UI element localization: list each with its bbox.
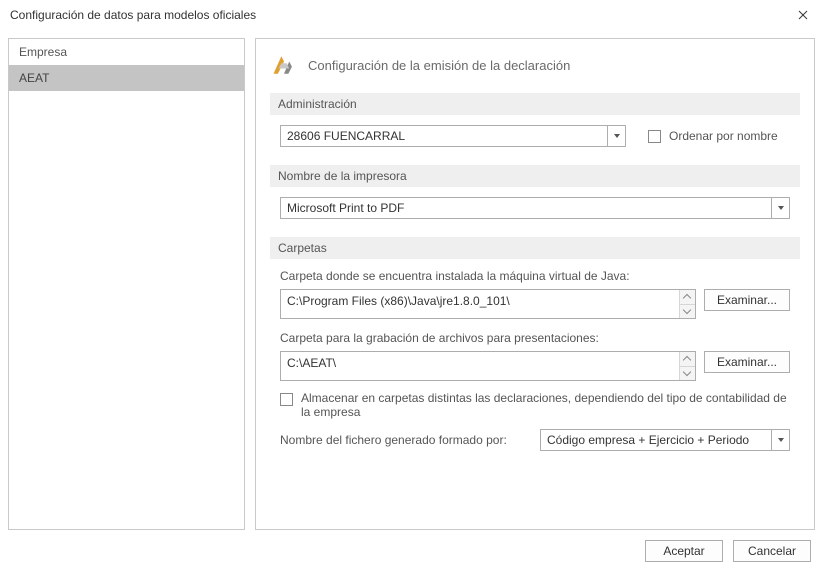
- present-folder-spin-down[interactable]: [680, 366, 695, 381]
- filename-format-label: Nombre del fichero generado formado por:: [280, 433, 507, 447]
- filename-format-value: Código empresa + Ejercicio + Periodo: [541, 433, 771, 447]
- sidebar-item-aeat[interactable]: AEAT: [9, 65, 244, 91]
- filename-format-dropdown-button[interactable]: [771, 430, 789, 450]
- page-header: Configuración de la emisión de la declar…: [270, 51, 800, 79]
- section-impresora: Nombre de la impresora Microsoft Print t…: [270, 165, 800, 219]
- sort-by-name-label: Ordenar por nombre: [669, 129, 778, 143]
- java-folder-spin-up[interactable]: [680, 290, 695, 304]
- split-folders-label: Almacenar en carpetas distintas las decl…: [301, 391, 790, 419]
- java-folder-value: C:\Program Files (x86)\Java\jre1.8.0_101…: [281, 290, 679, 318]
- chevron-up-icon: [683, 294, 691, 302]
- present-folder-browse-button[interactable]: Examinar...: [704, 351, 790, 373]
- printer-dropdown-button[interactable]: [771, 198, 789, 218]
- close-button[interactable]: [791, 3, 815, 27]
- present-folder-spin-up[interactable]: [680, 352, 695, 366]
- page-title: Configuración de la emisión de la declar…: [308, 58, 570, 73]
- chevron-up-icon: [683, 356, 691, 364]
- cancel-button-label: Cancelar: [748, 544, 796, 558]
- sidebar-item-label: Empresa: [19, 45, 67, 59]
- java-folder-browse-button[interactable]: Examinar...: [704, 289, 790, 311]
- title-bar: Configuración de datos para modelos ofic…: [0, 0, 823, 30]
- admin-dropdown[interactable]: 28606 FUENCARRAL: [280, 125, 626, 147]
- admin-dropdown-value: 28606 FUENCARRAL: [281, 129, 607, 143]
- aeat-logo-icon: [270, 51, 298, 79]
- section-header-administracion: Administración: [270, 93, 800, 115]
- java-folder-label: Carpeta donde se encuentra instalada la …: [280, 269, 790, 283]
- split-folders-checkbox[interactable]: [280, 393, 293, 406]
- chevron-down-icon: [683, 306, 691, 314]
- admin-dropdown-button[interactable]: [607, 126, 625, 146]
- main-panel: Configuración de la emisión de la declar…: [255, 38, 815, 530]
- dialog-footer: Aceptar Cancelar: [0, 530, 823, 572]
- caret-down-icon: [778, 438, 784, 442]
- section-header-impresora: Nombre de la impresora: [270, 165, 800, 187]
- present-folder-label: Carpeta para la grabación de archivos pa…: [280, 331, 790, 345]
- browse-button-label: Examinar...: [717, 293, 777, 307]
- printer-dropdown-value: Microsoft Print to PDF: [281, 201, 771, 215]
- printer-dropdown[interactable]: Microsoft Print to PDF: [280, 197, 790, 219]
- java-folder-input[interactable]: C:\Program Files (x86)\Java\jre1.8.0_101…: [280, 289, 696, 319]
- section-header-carpetas: Carpetas: [270, 237, 800, 259]
- chevron-down-icon: [683, 368, 691, 376]
- window-title: Configuración de datos para modelos ofic…: [10, 8, 791, 22]
- ok-button[interactable]: Aceptar: [645, 540, 723, 562]
- browse-button-label: Examinar...: [717, 355, 777, 369]
- caret-down-icon: [778, 206, 784, 210]
- present-folder-value: C:\AEAT\: [281, 352, 679, 380]
- sidebar: Empresa AEAT: [8, 38, 245, 530]
- close-icon: [798, 10, 808, 20]
- java-folder-spin-down[interactable]: [680, 304, 695, 319]
- present-folder-input[interactable]: C:\AEAT\: [280, 351, 696, 381]
- caret-down-icon: [614, 134, 620, 138]
- section-carpetas: Carpetas Carpeta donde se encuentra inst…: [270, 237, 800, 451]
- section-administracion: Administración 28606 FUENCARRAL Ordenar …: [270, 93, 800, 147]
- filename-format-dropdown[interactable]: Código empresa + Ejercicio + Periodo: [540, 429, 790, 451]
- sort-by-name-checkbox[interactable]: [648, 130, 661, 143]
- cancel-button[interactable]: Cancelar: [733, 540, 811, 562]
- ok-button-label: Aceptar: [663, 544, 704, 558]
- sidebar-item-empresa[interactable]: Empresa: [9, 39, 244, 65]
- sidebar-item-label: AEAT: [19, 71, 49, 85]
